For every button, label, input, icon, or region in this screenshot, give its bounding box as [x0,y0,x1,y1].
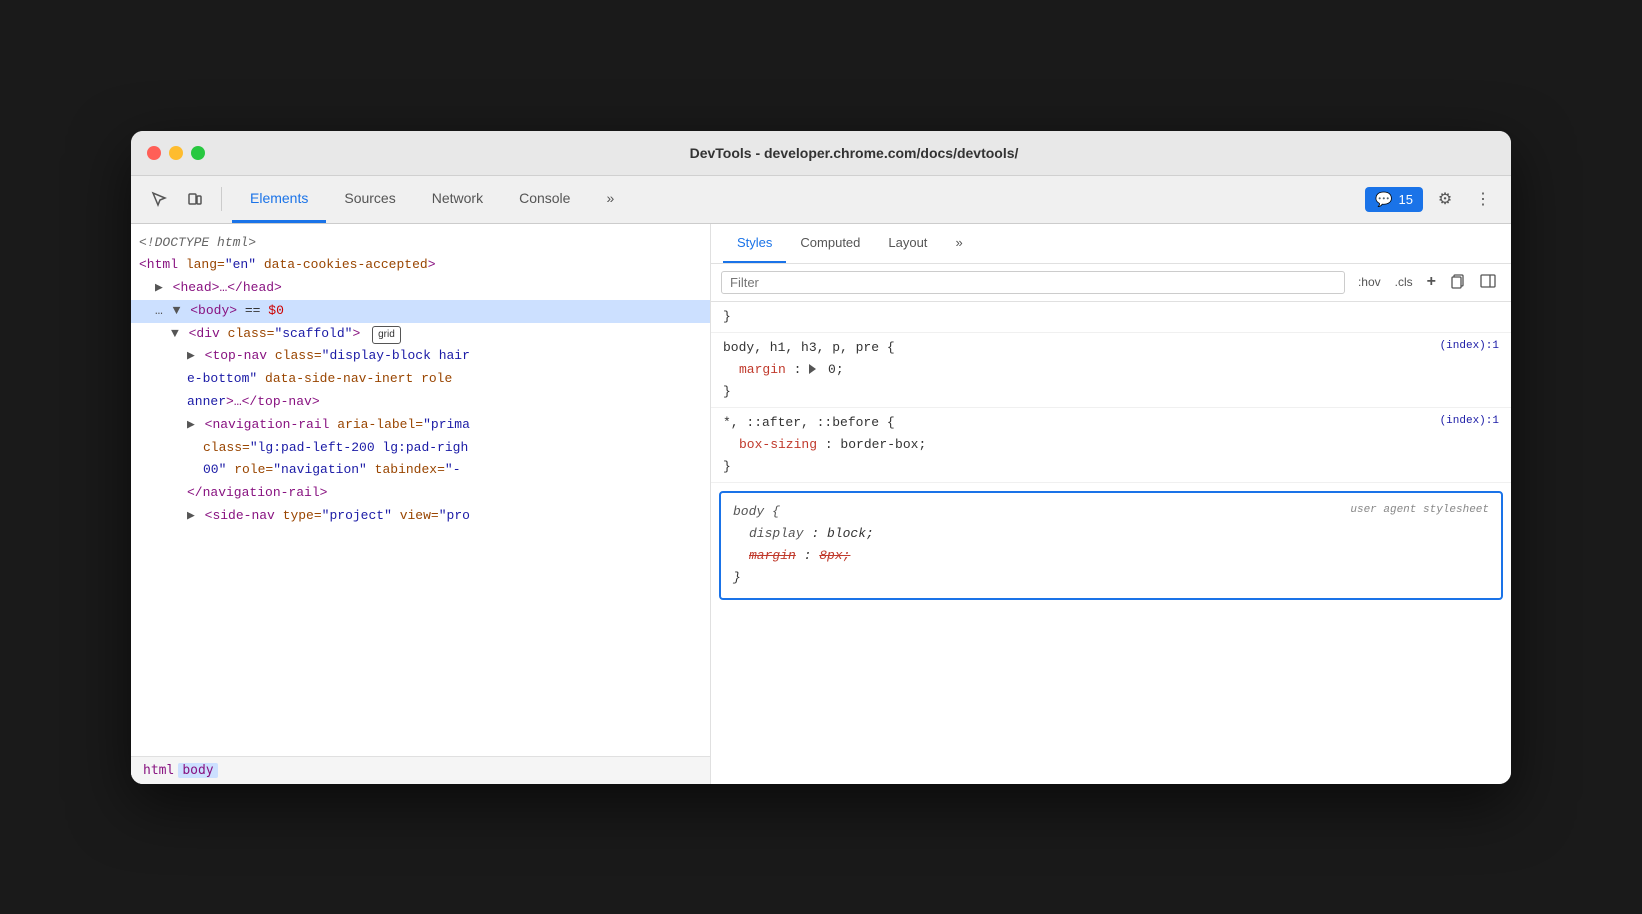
window-title: DevTools - developer.chrome.com/docs/dev… [213,145,1495,161]
dom-nav-rail-1[interactable]: ▶ <navigation-rail aria-label="prima [131,414,710,437]
elements-panel: <!DOCTYPE html> <html lang="en" data-coo… [131,224,711,784]
dom-html[interactable]: <html lang="en" data-cookies-accepted> [131,254,710,277]
breadcrumb-body[interactable]: body [178,763,217,778]
rule-selector-line-3: body { user agent stylesheet [733,501,1489,523]
toolbar-divider [221,187,222,211]
console-icon: 💬 [1375,191,1392,208]
styles-panel: Styles Computed Layout » :hov .cls + [711,224,1511,784]
more-options-button[interactable]: ⋮ [1467,183,1499,215]
tab-elements[interactable]: Elements [232,175,326,223]
more-vert-icon: ⋮ [1475,189,1491,209]
rule-close-4: } [733,567,1489,589]
toolbar-right: 💬 15 ⚙ ⋮ [1365,183,1499,215]
dom-side-nav[interactable]: ▶ <side-nav type="project" view="pro [131,505,710,528]
tab-network[interactable]: Network [414,175,501,223]
dom-doctype[interactable]: <!DOCTYPE html> [131,232,710,255]
dom-top-nav-1[interactable]: ▶ <top-nav class="display-block hair [131,345,710,368]
rule-box-sizing: box-sizing : border-box; [723,434,1499,456]
dom-top-nav-2[interactable]: e-bottom" data-side-nav-inert role [131,368,710,391]
dom-div-scaffold[interactable]: ▼ <div class="scaffold"> grid [131,323,710,346]
tab-computed[interactable]: Computed [786,223,874,263]
rule-close-brace: } [723,306,1499,328]
styles-tabs: Styles Computed Layout » [711,224,1511,264]
inspect-element-button[interactable] [143,183,175,215]
styles-content: } body, h1, h3, p, pre { (index):1 margi… [711,302,1511,784]
breadcrumb-html[interactable]: html [143,763,174,778]
style-rule-body-ua: body { user agent stylesheet display : b… [719,491,1503,599]
devtools-window: DevTools - developer.chrome.com/docs/dev… [131,131,1511,784]
tab-navigation: Elements Sources Network Console » [232,175,1361,223]
tab-styles[interactable]: Styles [723,223,786,263]
gear-icon: ⚙ [1438,189,1452,209]
device-toggle-button[interactable] [179,183,211,215]
hov-filter-button[interactable]: :hov [1353,272,1386,292]
devtools-toolbar: Elements Sources Network Console » 💬 15 … [131,176,1511,224]
sidebar-toggle-button[interactable] [1475,270,1501,295]
rule-property-line: margin : 0; [723,359,1499,381]
rule-close-3: } [723,456,1499,478]
styles-filter-bar: :hov .cls + [711,264,1511,302]
traffic-lights [147,146,205,160]
style-rule-body-h1: body, h1, h3, p, pre { (index):1 margin … [711,333,1511,408]
tab-more-styles[interactable]: » [941,223,976,263]
rule-close-2: } [723,381,1499,403]
dom-body[interactable]: … ▼ <body> == $0 [131,300,710,323]
settings-button[interactable]: ⚙ [1429,183,1461,215]
rule-selector-line: body, h1, h3, p, pre { (index):1 [723,337,1499,359]
rule-margin-strikethrough: margin : 8px; [733,545,1489,567]
maximize-button[interactable] [191,146,205,160]
style-rule-star: *, ::after, ::before { (index):1 box-siz… [711,408,1511,483]
cls-filter-button[interactable]: .cls [1390,272,1418,292]
devtools-main: <!DOCTYPE html> <html lang="en" data-coo… [131,224,1511,784]
dom-head[interactable]: ▶ <head>…</head> [131,277,710,300]
tab-console[interactable]: Console [501,175,588,223]
tab-layout[interactable]: Layout [874,223,941,263]
copy-styles-button[interactable] [1445,270,1471,295]
console-badge-button[interactable]: 💬 15 [1365,187,1423,212]
close-button[interactable] [147,146,161,160]
dom-nav-rail-2[interactable]: class="lg:pad-left-200 lg:pad-righ [131,437,710,460]
filter-actions: :hov .cls + [1353,270,1501,295]
add-style-button[interactable]: + [1422,270,1441,294]
rule-display: display : block; [733,523,1489,545]
tab-sources[interactable]: Sources [326,175,413,223]
elements-tree[interactable]: <!DOCTYPE html> <html lang="en" data-coo… [131,224,710,756]
filter-input[interactable] [721,271,1345,294]
dom-top-nav-3[interactable]: anner>…</top-nav> [131,391,710,414]
tab-more[interactable]: » [588,175,632,223]
style-rule-partial: } [711,302,1511,333]
breadcrumb: html body [131,756,710,784]
dom-nav-rail-close[interactable]: </navigation-rail> [131,482,710,505]
rule-selector-line-2: *, ::after, ::before { (index):1 [723,412,1499,434]
title-bar: DevTools - developer.chrome.com/docs/dev… [131,131,1511,176]
minimize-button[interactable] [169,146,183,160]
dom-nav-rail-3[interactable]: 00" role="navigation" tabindex="- [131,459,710,482]
